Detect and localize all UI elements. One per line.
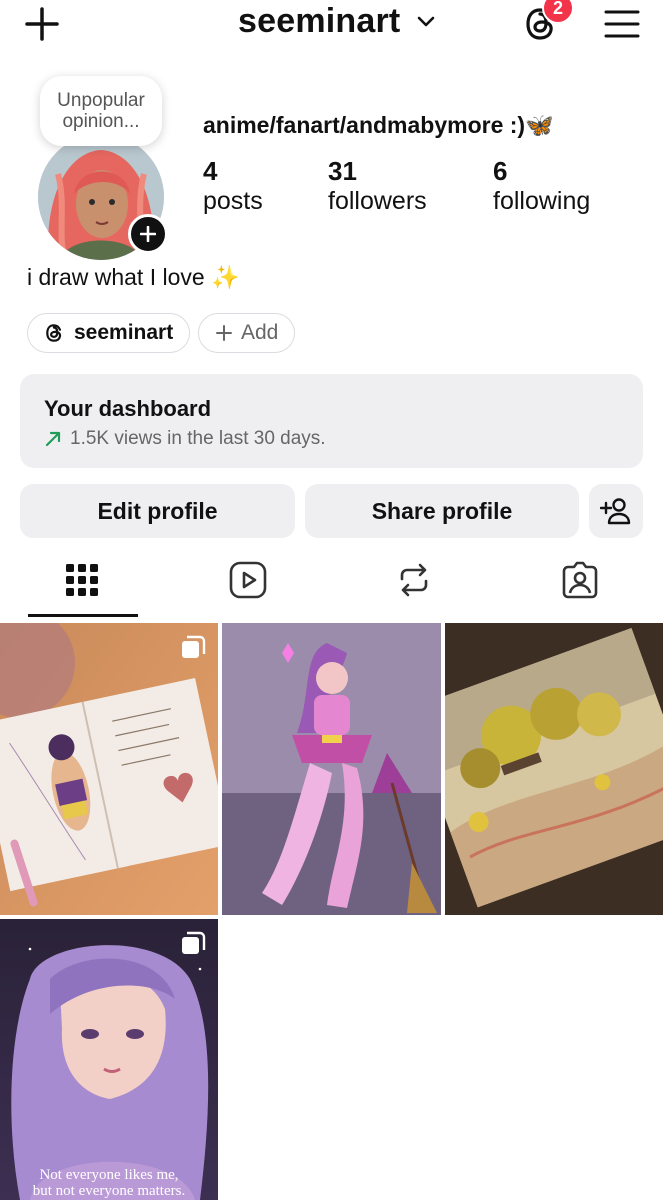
add-chip-label: Add <box>241 321 279 344</box>
add-link-chip[interactable]: Add <box>198 313 296 353</box>
content-tabs <box>0 548 663 620</box>
chevron-down-icon <box>418 16 435 26</box>
following-count: 6 <box>493 156 508 186</box>
threads-icon <box>46 324 62 342</box>
posts-label: posts <box>203 187 263 215</box>
carousel-icon <box>182 635 206 658</box>
menu-icon[interactable] <box>602 4 642 44</box>
active-tab-indicator <box>28 614 138 617</box>
profile-note[interactable]: Unpopular opinion... <box>40 76 162 146</box>
post-thumbnail[interactable] <box>0 623 218 915</box>
share-profile-button[interactable]: Share profile <box>305 484 579 538</box>
tab-tagged[interactable] <box>526 548 634 612</box>
discover-people-button[interactable] <box>589 484 643 538</box>
reels-icon <box>229 561 267 599</box>
account-switcher[interactable]: seeminart <box>238 2 436 41</box>
post-thumbnail[interactable] <box>445 623 663 915</box>
add-person-icon <box>600 498 631 525</box>
carousel-icon <box>182 931 206 954</box>
plus-icon <box>216 325 232 341</box>
tab-posts[interactable] <box>28 548 136 612</box>
stat-posts[interactable]: 4 posts <box>203 156 263 216</box>
tab-reels[interactable] <box>194 548 302 612</box>
display-name: anime/fanart/andmabymore :)🦋 <box>203 112 554 138</box>
followers-count: 31 <box>328 156 357 186</box>
followers-label: followers <box>328 187 427 215</box>
create-plus-icon[interactable] <box>20 4 64 44</box>
post-thumbnail[interactable]: Not everyone likes me, but not everyone … <box>0 919 218 1200</box>
edit-profile-button[interactable]: Edit profile <box>20 484 295 538</box>
dashboard-subtitle: 1.5K views in the last 30 days. <box>70 428 326 449</box>
trending-up-arrow-icon <box>45 431 61 447</box>
grid-icon <box>66 564 98 596</box>
reposts-icon <box>400 563 428 597</box>
profile-username: seeminart <box>238 2 401 40</box>
plus-icon <box>140 226 156 242</box>
following-label: following <box>493 187 591 215</box>
stat-following[interactable]: 6 following <box>493 156 590 216</box>
post-thumbnail[interactable] <box>222 623 441 915</box>
stat-followers[interactable]: 31 followers <box>328 156 427 216</box>
professional-dashboard[interactable]: Your dashboard 1.5K views in the last 30… <box>20 374 643 468</box>
threads-link-chip[interactable]: seeminart <box>27 313 191 353</box>
post-caption-line-1: Not everyone likes me, <box>39 1167 179 1183</box>
tab-reposts[interactable] <box>360 548 468 612</box>
tagged-icon <box>562 561 598 599</box>
dashboard-title: Your dashboard <box>44 396 212 421</box>
bio: i draw what I love ✨ <box>27 264 240 290</box>
threads-chip-label: seeminart <box>74 321 174 344</box>
add-story-button[interactable] <box>128 214 168 254</box>
post-caption-line-2: but not everyone matters. <box>32 1183 186 1199</box>
top-bar: seeminart 2 <box>0 0 663 60</box>
posts-count: 4 <box>203 156 218 186</box>
threads-button[interactable]: 2 <box>520 0 574 46</box>
